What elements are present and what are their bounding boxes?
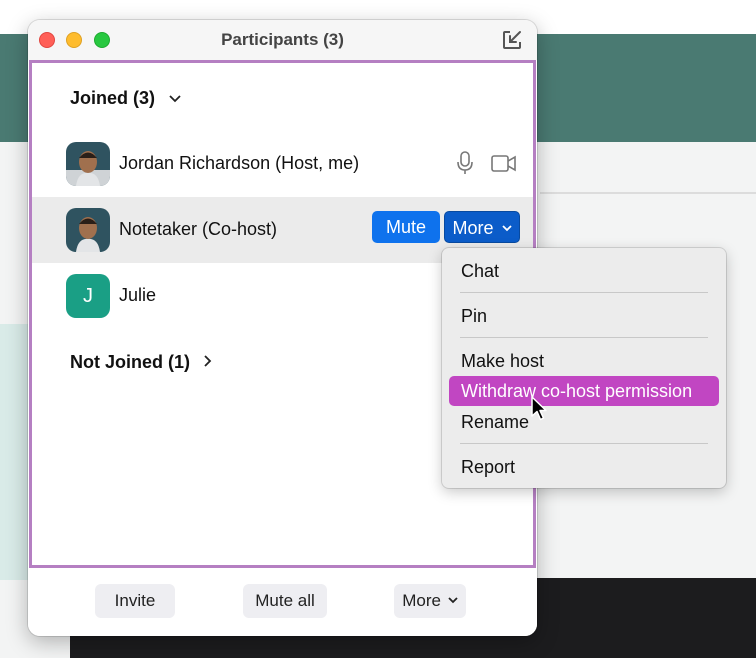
joined-section-label: Joined (3): [70, 88, 156, 108]
mute-all-button[interactable]: Mute all: [243, 584, 327, 618]
menu-item-make-host[interactable]: Make host: [461, 351, 544, 372]
mute-participant-button[interactable]: Mute: [372, 211, 440, 243]
menu-separator: [460, 443, 708, 444]
mouse-cursor-icon: [531, 396, 547, 421]
menu-separator: [460, 292, 708, 293]
avatar: J: [66, 274, 110, 318]
menu-item-withdraw-cohost-label: Withdraw co-host permission: [461, 381, 693, 401]
title-bar: Participants (3): [28, 20, 537, 60]
window-title: Participants (3): [221, 30, 344, 49]
chevron-right-icon: [204, 355, 212, 367]
joined-section-header[interactable]: Joined (3): [70, 88, 182, 109]
menu-item-report[interactable]: Report: [461, 457, 515, 478]
popout-icon[interactable]: [501, 29, 523, 51]
participant-row[interactable]: Jordan Richardson (Host, me): [32, 131, 533, 197]
background-divider: [540, 192, 756, 194]
participant-name: Notetaker (Co-host): [119, 219, 278, 239]
not-joined-section-header[interactable]: Not Joined (1): [70, 352, 213, 373]
menu-item-withdraw-cohost[interactable]: Withdraw co-host permission: [449, 376, 719, 406]
more-options-label: More: [452, 218, 494, 238]
more-options-button[interactable]: More: [444, 211, 520, 243]
chevron-down-icon: [169, 95, 181, 103]
participant-name: Jordan Richardson (Host, me): [119, 153, 360, 173]
invite-button[interactable]: Invite: [95, 584, 175, 618]
footer-more-button[interactable]: More: [394, 584, 466, 618]
menu-item-pin[interactable]: Pin: [461, 306, 487, 327]
menu-item-rename[interactable]: Rename: [461, 412, 529, 433]
footer-more-label: More: [402, 591, 441, 610]
menu-item-chat[interactable]: Chat: [461, 261, 499, 282]
avatar: [66, 142, 110, 186]
microphone-icon[interactable]: [457, 151, 473, 175]
background-left-panel: [0, 324, 28, 580]
chevron-down-icon: [501, 225, 512, 232]
participant-name: Julie: [119, 285, 157, 305]
more-options-menu: Chat Pin Make host Withdraw co-host perm…: [442, 248, 726, 488]
chevron-down-icon: [448, 597, 458, 604]
menu-separator: [460, 337, 708, 338]
not-joined-section-label: Not Joined (1): [70, 352, 190, 372]
video-camera-icon[interactable]: [491, 155, 517, 172]
avatar: [66, 208, 110, 252]
footer-toolbar: Invite Mute all More: [28, 568, 537, 636]
